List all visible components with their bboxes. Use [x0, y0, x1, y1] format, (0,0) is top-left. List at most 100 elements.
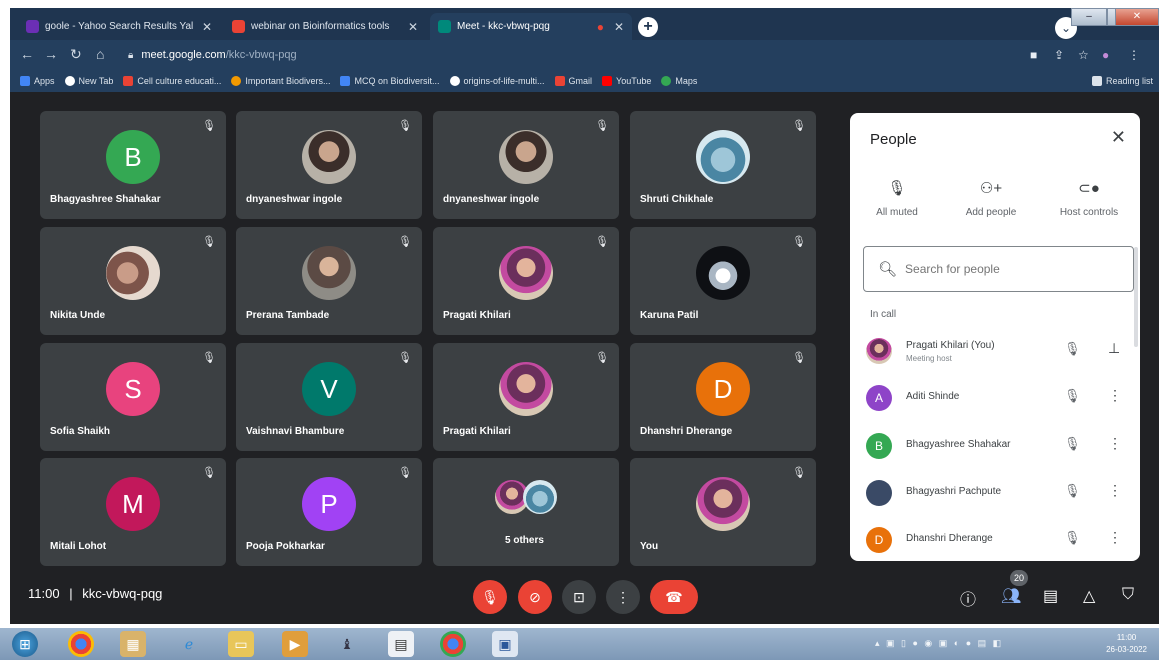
participant-tile[interactable]: 🎙︎ V Vaishnavi Bhambure	[236, 343, 422, 451]
end-call-button[interactable]: ☎︎	[650, 580, 698, 614]
app-icon[interactable]: ♝	[334, 631, 360, 657]
bookmark-gmail[interactable]: Gmail	[554, 76, 592, 86]
participant-tile[interactable]: 🎙︎ dnyaneshwar ingole	[236, 111, 422, 219]
participant-row[interactable]: Pragati Khilari (You) Meeting host 🎙︎ ⊥	[850, 328, 1140, 374]
bookmark-origins[interactable]: origins-of-life-multi...	[449, 76, 545, 86]
participant-tile[interactable]: 🎙︎ dnyaneshwar ingole	[433, 111, 619, 219]
participant-row[interactable]: D Dhanshri Dherange 🎙︎ ⋮	[850, 517, 1140, 561]
participant-name: dnyaneshwar ingole	[246, 194, 343, 205]
recording-dot-icon: ●	[596, 19, 604, 34]
mic-off-icon[interactable]: 🎙︎	[1064, 388, 1081, 404]
participant-tile[interactable]: 🎙︎ M Mitali Lohot	[40, 458, 226, 566]
bookmark-star-icon[interactable]: ☆	[1078, 48, 1089, 62]
more-options-icon[interactable]: ⋮	[1108, 482, 1122, 499]
close-tab-icon[interactable]: ✕	[196, 20, 212, 34]
present-screen-button[interactable]: ⊡	[562, 580, 596, 614]
extension-icon[interactable]: ●	[1102, 48, 1109, 62]
participant-tile[interactable]: 🎙︎ Prerana Tambade	[236, 227, 422, 335]
participant-tile[interactable]: 🎙︎ Nikita Unde	[40, 227, 226, 335]
mic-off-icon[interactable]: 🎙︎	[1064, 483, 1081, 499]
chrome-icon[interactable]	[440, 631, 466, 657]
close-tab-icon[interactable]: ✕	[402, 20, 418, 34]
window-close-button[interactable]: ✕	[1115, 8, 1159, 26]
participant-name: Bhagyashree Shahakar	[906, 439, 1011, 450]
bookmark-cell-culture[interactable]: Cell culture educati...	[123, 76, 221, 86]
panel-title: People	[870, 131, 917, 148]
participant-tile[interactable]: 🎙︎ Karuna Patil	[630, 227, 816, 335]
self-tile[interactable]: 🎙︎ You	[630, 458, 816, 566]
host-controls-action[interactable]: ⊂● Host controls	[1044, 179, 1134, 218]
reload-icon[interactable]: ↻	[70, 46, 82, 63]
more-options-icon[interactable]: ⋮	[1108, 435, 1122, 452]
add-people-action[interactable]: ⚇+ Add people	[946, 179, 1036, 218]
new-tab-button[interactable]: +	[638, 17, 658, 37]
system-clock[interactable]: 11:00 26-03-2022	[1106, 632, 1147, 656]
search-input[interactable]	[905, 262, 1106, 276]
host-controls-icon[interactable]: ⛉	[1122, 586, 1134, 604]
participant-tile[interactable]: 🎙︎ Pragati Khilari	[433, 227, 619, 335]
participant-tile[interactable]: 🎙︎ Pragati Khilari	[433, 343, 619, 451]
media-player-icon[interactable]: ▶	[282, 631, 308, 657]
activities-icon[interactable]: △	[1083, 586, 1095, 606]
search-people-field[interactable]: 🔍︎	[863, 246, 1134, 292]
word-icon[interactable]: ▣	[492, 631, 518, 657]
mic-off-icon[interactable]: 🎙︎	[1064, 436, 1081, 452]
more-options-button[interactable]: ⋮	[606, 580, 640, 614]
more-options-icon[interactable]: ⋮	[1108, 387, 1122, 404]
mic-off-icon[interactable]: 🎙︎	[1064, 341, 1081, 357]
participant-tile[interactable]: 🎙︎ Shruti Chikhale	[630, 111, 816, 219]
home-icon[interactable]: ⌂	[96, 46, 104, 62]
browser-tab-meet[interactable]: Meet - kkc-vbwq-pqg ● ✕	[430, 13, 632, 40]
document-icon[interactable]: ▤	[388, 631, 414, 657]
all-muted-action[interactable]: 🎙︎ All muted	[852, 179, 942, 218]
avatar	[523, 480, 557, 514]
bookmark-biodiversity[interactable]: Important Biodivers...	[231, 76, 330, 86]
mic-toggle-button[interactable]: 🎙︎	[473, 580, 507, 614]
file-explorer-icon[interactable]: ▭	[228, 631, 254, 657]
browser-tab-yahoo[interactable]: goole - Yahoo Search Results Yal ✕	[18, 13, 220, 40]
panel-scrollbar[interactable]	[1134, 247, 1138, 347]
mic-off-icon: 🎙︎	[595, 352, 609, 364]
bookmark-youtube[interactable]: YouTube	[602, 76, 651, 86]
bookmark-apps[interactable]: Apps	[20, 76, 55, 86]
close-tab-icon[interactable]: ✕	[608, 20, 624, 34]
minimize-button[interactable]: –	[1071, 8, 1107, 26]
participant-name: Shruti Chikhale	[640, 194, 714, 205]
in-call-label: In call	[870, 309, 897, 320]
bookmark-new-tab[interactable]: New Tab	[64, 76, 113, 86]
bookmark-favicon-icon	[340, 76, 351, 86]
internet-explorer-icon[interactable]: ℯ	[176, 631, 202, 657]
paint-icon[interactable]: ▦	[120, 631, 146, 657]
participant-tile[interactable]: 🎙︎ D Dhanshri Dherange	[630, 343, 816, 451]
people-icon[interactable]: 👥︎	[1001, 586, 1021, 606]
participant-tile[interactable]: 🎙︎ S Sofia Shaikh	[40, 343, 226, 451]
participant-tile[interactable]: 🎙︎ P Pooja Pokharkar	[236, 458, 422, 566]
participant-tile[interactable]: 🎙︎ B Bhagyashree Shahakar	[40, 111, 226, 219]
more-options-icon[interactable]: ⋮	[1108, 529, 1122, 546]
bookmark-favicon-icon	[231, 76, 242, 86]
participant-row[interactable]: Bhagyashri Pachpute 🎙︎ ⋮	[850, 470, 1140, 516]
browser-tab-webinar[interactable]: webinar on Bioinformatics tools ✕	[224, 13, 426, 40]
start-button[interactable]: ⊞	[12, 631, 38, 657]
reading-list-button[interactable]: Reading list	[1091, 76, 1153, 86]
others-tile[interactable]: 5 others	[433, 458, 619, 566]
url-field[interactable]: 🔒︎ meet.google.com /kkc-vbwq-pqg	[128, 44, 1028, 66]
participant-row[interactable]: A Aditi Shinde 🎙︎ ⋮	[850, 375, 1140, 421]
bookmark-maps[interactable]: Maps	[661, 76, 697, 86]
camera-in-use-icon[interactable]: ■	[1030, 48, 1037, 62]
close-icon[interactable]: ✕	[1111, 127, 1126, 148]
avatar	[302, 130, 356, 184]
menu-kebab-icon[interactable]: ⋮	[1128, 48, 1140, 62]
back-icon[interactable]: ←	[20, 46, 34, 62]
forward-icon[interactable]: →	[44, 46, 58, 62]
camera-toggle-button[interactable]: ⊘	[518, 580, 552, 614]
bookmark-mcq[interactable]: MCQ on Biodiversit...	[340, 76, 440, 86]
chat-icon[interactable]: ▤	[1043, 586, 1058, 606]
meeting-details-icon[interactable]: ⓘ	[960, 586, 976, 610]
chrome-icon[interactable]	[68, 631, 94, 657]
pin-icon[interactable]: ⊥	[1108, 340, 1120, 357]
share-icon[interactable]: ⇪	[1054, 48, 1064, 62]
participant-row[interactable]: B Bhagyashree Shahakar 🎙︎ ⋮	[850, 423, 1140, 469]
mic-off-icon[interactable]: 🎙︎	[1064, 530, 1081, 546]
system-tray[interactable]: ▴ ▣ ▯ ● ◉ ▣ ◐ ● ▤ ◧	[875, 638, 1003, 649]
